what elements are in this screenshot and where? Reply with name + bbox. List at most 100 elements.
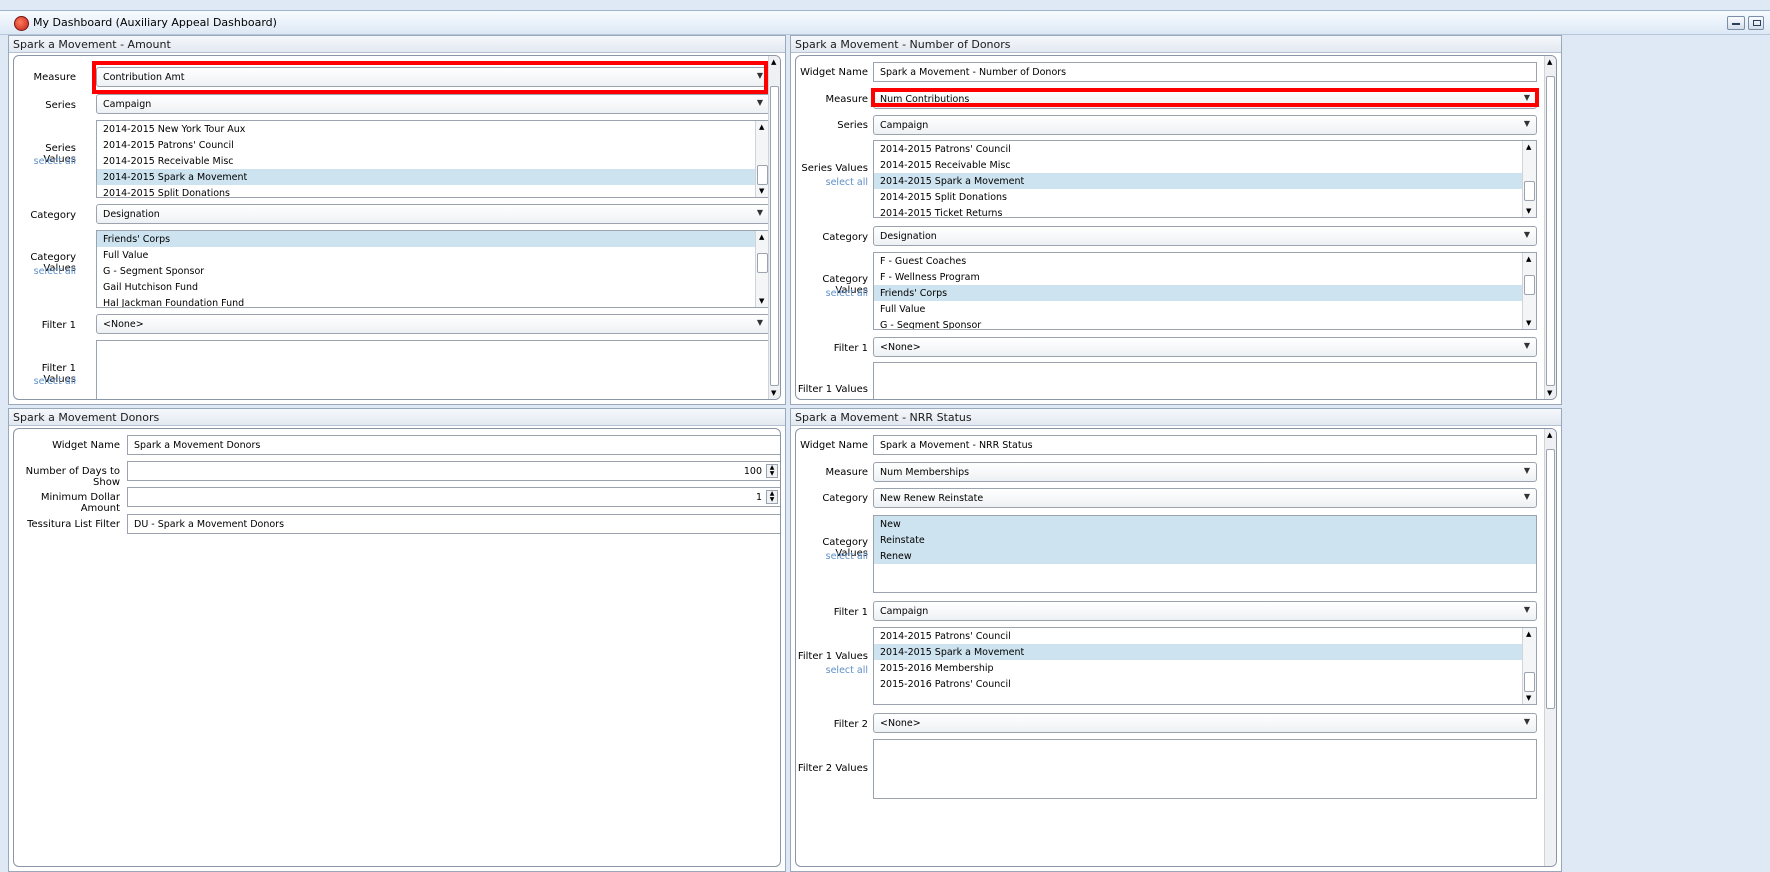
scroll-up-icon[interactable]: ▲ [759, 123, 764, 131]
list-item[interactable]: Full Value [874, 301, 1536, 317]
list-item[interactable]: 2014-2015 New York Tour Aux [97, 121, 769, 137]
list-item[interactable]: New [874, 516, 1536, 532]
list-item[interactable]: Friends' Corps [874, 285, 1536, 301]
scroll-down-icon[interactable]: ▼ [759, 297, 764, 305]
list-scrollbar[interactable]: ▲ ▼ [1522, 628, 1536, 704]
list-item[interactable]: 2014-2015 Ticket Returns [874, 205, 1536, 217]
widget-name-input[interactable]: Spark a Movement - NRR Status [873, 435, 1537, 455]
select-all-link[interactable]: select all [14, 376, 76, 387]
list-item[interactable]: Reinstate [874, 532, 1536, 548]
panel-scrollbar[interactable]: ▲ ▼ [1544, 56, 1556, 399]
min-dollar-stepper[interactable]: 1 ▲ ▼ [127, 487, 780, 507]
filter1-select[interactable]: Campaign ▼ [873, 601, 1537, 621]
list-item[interactable]: Friends' Corps [97, 231, 769, 247]
scroll-thumb[interactable] [1524, 275, 1535, 295]
measure-select[interactable]: Contribution Amt ▼ [96, 67, 770, 87]
filter1-select[interactable]: <None> ▼ [873, 337, 1537, 357]
scroll-up-icon[interactable]: ▲ [1547, 58, 1552, 66]
filter1-values-list[interactable] [96, 340, 770, 399]
list-scrollbar[interactable]: ▲ ▼ [1522, 141, 1536, 217]
list-item[interactable]: 2014-2015 Receivable Misc [97, 153, 769, 169]
measure-select[interactable]: Num Memberships ▼ [873, 462, 1537, 482]
scroll-down-icon[interactable]: ▼ [771, 389, 776, 397]
list-item[interactable]: Gail Hutchison Fund [97, 279, 769, 295]
scroll-thumb[interactable] [1524, 181, 1535, 201]
scroll-up-icon[interactable]: ▲ [1526, 255, 1531, 263]
select-all-link[interactable]: select all [796, 665, 868, 676]
series-select[interactable]: Campaign ▼ [96, 94, 770, 114]
category-values-list[interactable]: New Reinstate Renew [873, 515, 1537, 593]
list-item[interactable]: Hal Jackman Foundation Fund [97, 295, 769, 307]
days-stepper[interactable]: 100 ▲ ▼ [127, 461, 780, 481]
panel-scrollbar[interactable]: ▲ ▼ [768, 56, 780, 399]
scroll-thumb[interactable] [1524, 672, 1535, 692]
scroll-thumb[interactable] [770, 86, 779, 386]
filter2-select[interactable]: <None> ▼ [873, 713, 1537, 733]
filter2-values-list[interactable] [873, 739, 1537, 799]
list-item[interactable]: 2014-2015 Patrons' Council [97, 137, 769, 153]
list-scrollbar[interactable]: ▲ ▼ [1522, 253, 1536, 329]
category-select[interactable]: New Renew Reinstate ▼ [873, 488, 1537, 508]
list-item[interactable]: F - Wellness Program [874, 269, 1536, 285]
list-item[interactable]: 2014-2015 Spark a Movement [874, 173, 1536, 189]
series-select[interactable]: Campaign ▼ [873, 115, 1537, 135]
scroll-up-icon[interactable]: ▲ [1526, 630, 1531, 638]
scroll-up-icon[interactable]: ▲ [1526, 143, 1531, 151]
spinner-icon[interactable]: ▲ ▼ [766, 490, 778, 504]
scroll-up-icon[interactable]: ▲ [1547, 431, 1552, 439]
list-item[interactable]: Renew [874, 548, 1536, 564]
category-values-list[interactable]: Friends' Corps Full Value G - Segment Sp… [96, 230, 770, 308]
list-filter-input[interactable]: DU - Spark a Movement Donors [127, 514, 780, 534]
scroll-thumb[interactable] [757, 165, 768, 185]
list-item[interactable]: 2014-2015 Receivable Misc [874, 157, 1536, 173]
filter1-select[interactable]: <None> ▼ [96, 314, 770, 334]
filter1-values-list[interactable]: 2014-2015 Patrons' Council 2014-2015 Spa… [873, 627, 1537, 705]
select-all-link[interactable]: select all [796, 177, 868, 188]
list-item[interactable]: 2014-2015 Patrons' Council [874, 141, 1536, 157]
list-item[interactable]: F - Guest Coaches [874, 253, 1536, 269]
filter1-value: <None> [103, 319, 144, 330]
scroll-down-icon[interactable]: ▼ [1526, 207, 1531, 215]
spinner-icon[interactable]: ▲ ▼ [766, 464, 778, 478]
scroll-down-icon[interactable]: ▼ [1547, 389, 1552, 397]
select-all-link[interactable]: select all [14, 156, 76, 167]
measure-select[interactable]: Num Contributions ▼ [873, 89, 1537, 109]
scroll-up-icon[interactable]: ▲ [771, 58, 776, 66]
series-values-list[interactable]: 2014-2015 New York Tour Aux 2014-2015 Pa… [96, 120, 770, 198]
scroll-up-icon[interactable]: ▲ [759, 233, 764, 241]
list-item[interactable]: G - Segment Sponsor [97, 263, 769, 279]
select-all-link[interactable]: select all [796, 288, 868, 299]
restore-button[interactable] [1748, 16, 1764, 30]
select-all-link[interactable]: select all [14, 266, 76, 277]
widget-name-input[interactable]: Spark a Movement Donors [127, 435, 780, 455]
category-select[interactable]: Designation ▼ [873, 226, 1537, 246]
widget-name-input[interactable]: Spark a Movement - Number of Donors [873, 62, 1537, 82]
scroll-down-icon[interactable]: ▼ [1526, 694, 1531, 702]
list-item[interactable]: G - Segment Sponsor [874, 317, 1536, 329]
scroll-thumb[interactable] [1546, 76, 1555, 386]
scroll-down-icon[interactable]: ▼ [1526, 319, 1531, 327]
category-values-list[interactable]: F - Guest Coaches F - Wellness Program F… [873, 252, 1537, 330]
list-scrollbar[interactable]: ▲ ▼ [755, 231, 769, 307]
list-item[interactable]: 2015-2016 Patrons' Council [874, 676, 1536, 692]
minimize-button[interactable] [1727, 16, 1745, 30]
scroll-thumb[interactable] [1546, 449, 1555, 709]
scroll-thumb[interactable] [757, 253, 768, 273]
list-item[interactable]: 2014-2015 Patrons' Council [874, 628, 1536, 644]
list-item[interactable]: 2014-2015 Spark a Movement [874, 644, 1536, 660]
select-all-link[interactable]: select all [796, 551, 868, 562]
minimize-icon [1732, 23, 1740, 25]
filter1-values-list[interactable] [873, 362, 1537, 399]
series-values-list[interactable]: 2014-2015 Patrons' Council 2014-2015 Rec… [873, 140, 1537, 218]
list-item[interactable]: Full Value [97, 247, 769, 263]
scroll-down-icon[interactable]: ▼ [759, 187, 764, 195]
list-scrollbar[interactable]: ▲ ▼ [755, 121, 769, 197]
measure-label: Measure [33, 72, 77, 83]
series-value: Campaign [880, 120, 929, 131]
panel-scrollbar[interactable]: ▲ [1544, 429, 1556, 866]
list-item[interactable]: 2014-2015 Split Donations [874, 189, 1536, 205]
category-select[interactable]: Designation ▼ [96, 204, 770, 224]
list-item[interactable]: 2014-2015 Spark a Movement [97, 169, 769, 185]
list-item[interactable]: 2014-2015 Split Donations [97, 185, 769, 197]
list-item[interactable]: 2015-2016 Membership [874, 660, 1536, 676]
